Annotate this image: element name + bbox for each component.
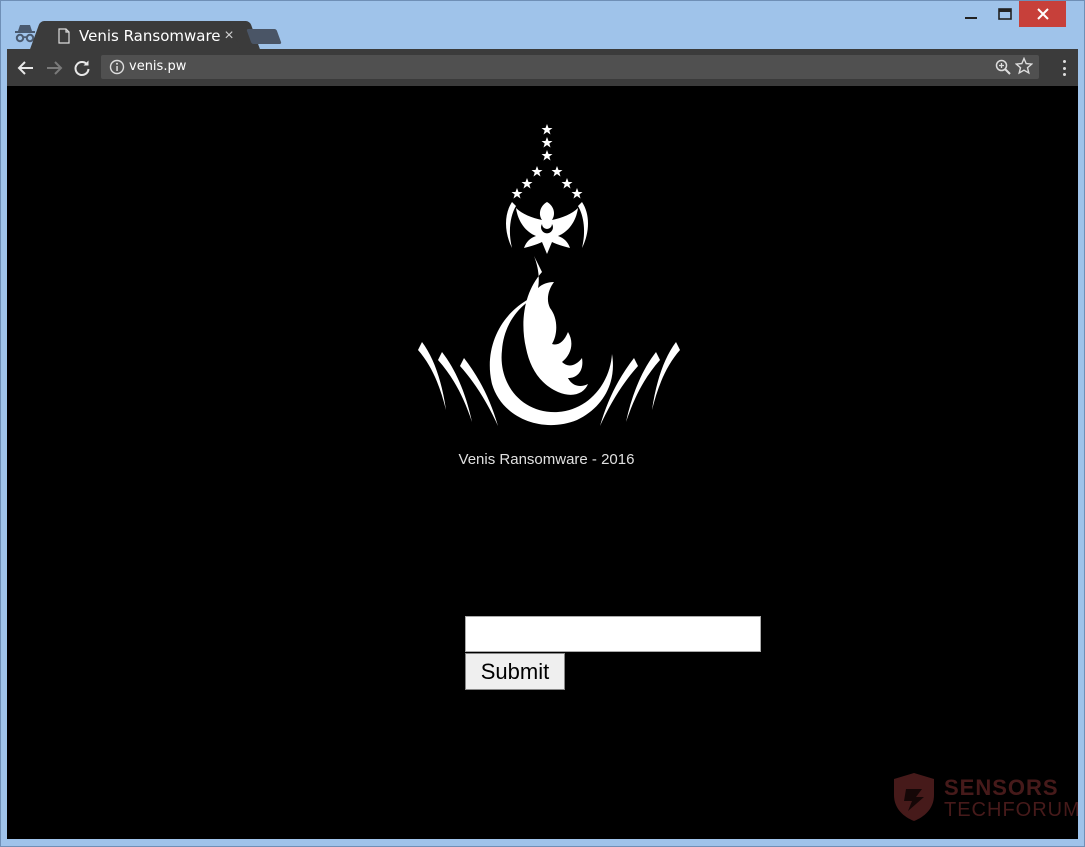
star-icon[interactable] — [1014, 56, 1034, 75]
wolf-emblem-logo — [412, 122, 682, 432]
new-tab-button[interactable] — [246, 29, 282, 44]
page-content: Venis Ransomware - 2016 Submit SENSORS T… — [7, 86, 1078, 839]
maximize-button[interactable] — [991, 1, 1019, 27]
tab-close-icon[interactable]: × — [221, 27, 237, 45]
sensorstechforum-watermark: SENSORS TECHFORUM — [890, 769, 1078, 825]
browser-tab[interactable]: Venis Ransomware × — [45, 21, 245, 50]
page-caption: Venis Ransomware - 2016 — [458, 451, 635, 468]
info-icon[interactable] — [109, 59, 125, 75]
url-text[interactable]: venis.pw — [129, 59, 186, 74]
watermark-line2: TECHFORUM — [944, 799, 1078, 821]
back-arrow-icon[interactable] — [15, 57, 37, 79]
shield-icon — [894, 773, 934, 821]
browser-window: Venis Ransomware × venis.pw Venis Ransom… — [0, 0, 1085, 847]
close-window-button[interactable] — [1019, 1, 1066, 27]
zoom-icon[interactable] — [995, 59, 1011, 75]
browser-toolbar: venis.pw — [7, 49, 1078, 86]
title-bar: Venis Ransomware × — [1, 1, 1084, 50]
kebab-menu-icon[interactable] — [1060, 58, 1068, 78]
minimize-button[interactable] — [957, 1, 985, 27]
reload-icon[interactable] — [71, 57, 93, 79]
watermark-line1: SENSORS — [944, 775, 1059, 800]
decryption-key-input[interactable] — [465, 616, 761, 652]
address-bar[interactable]: venis.pw — [101, 55, 1039, 79]
page-icon — [57, 27, 71, 44]
forward-arrow-icon[interactable] — [43, 57, 65, 79]
submit-button[interactable]: Submit — [465, 653, 565, 690]
tab-title: Venis Ransomware — [79, 26, 221, 45]
